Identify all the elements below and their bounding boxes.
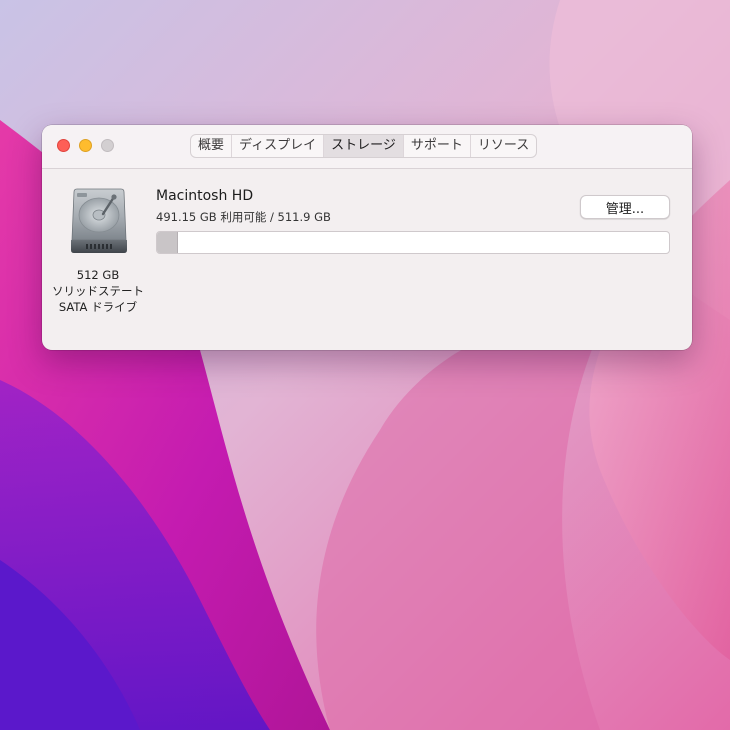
minimize-button[interactable] (79, 139, 92, 152)
hard-drive-icon (68, 188, 130, 254)
volume-name: Macintosh HD (156, 188, 254, 204)
manage-button[interactable]: 管理... (580, 195, 670, 219)
tab-resources[interactable]: リソース (469, 135, 536, 157)
disk-type: ソリッドステート (52, 284, 144, 298)
storage-usage-fill (157, 232, 179, 253)
tab-support[interactable]: サポート (402, 135, 470, 157)
disk-description: 512 GB ソリッドステート SATA ドライブ (42, 267, 154, 315)
tab-bar: 概要 ディスプレイ ストレージ サポート リソース (190, 134, 538, 158)
volume-space: 491.15 GB 利用可能 / 511.9 GB (156, 210, 331, 224)
disk-interface: SATA ドライブ (58, 300, 138, 314)
storage-usage-bar (156, 231, 670, 254)
tab-displays[interactable]: ディスプレイ (231, 135, 323, 157)
close-button[interactable] (57, 139, 70, 152)
title-bar[interactable]: 概要 ディスプレイ ストレージ サポート リソース (42, 125, 692, 169)
system-info-window: 概要 ディスプレイ ストレージ サポート リソース 512 GB ソリッドステー… (42, 125, 692, 350)
disk-capacity: 512 GB (76, 268, 120, 282)
desktop-wallpaper (0, 0, 730, 730)
tab-overview[interactable]: 概要 (191, 135, 231, 157)
zoom-button[interactable] (101, 139, 114, 152)
tab-storage[interactable]: ストレージ (323, 135, 403, 157)
